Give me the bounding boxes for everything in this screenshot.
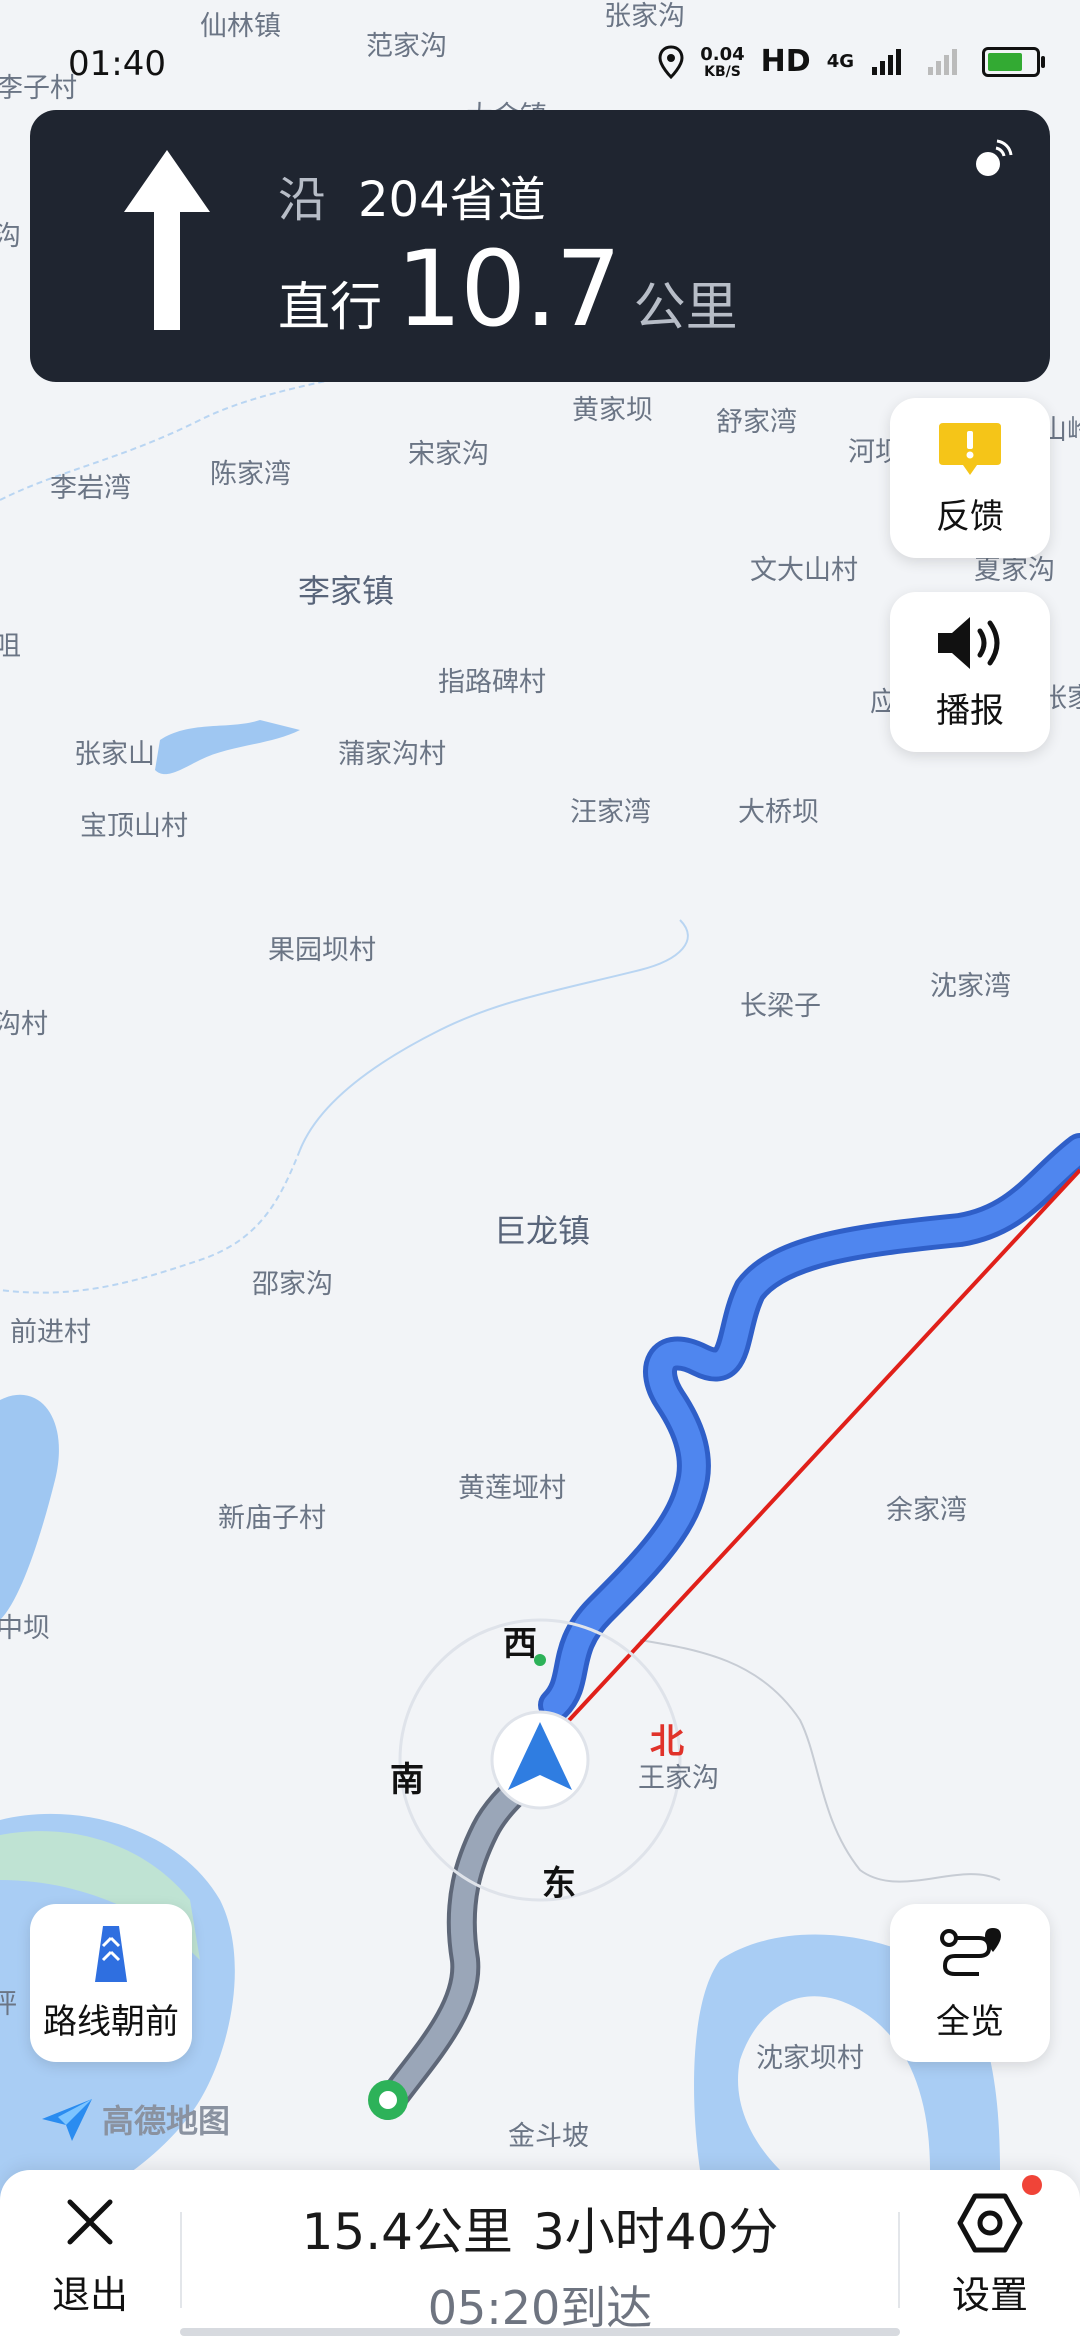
place-label: 沟 bbox=[0, 221, 21, 252]
feedback-button[interactable]: 反馈 bbox=[890, 398, 1050, 558]
place-label: 巨龙镇 bbox=[494, 1212, 591, 1250]
road-name: 204省道 bbox=[358, 172, 546, 228]
signal-icon bbox=[872, 48, 901, 75]
place-label: 果园坝村 bbox=[268, 935, 376, 966]
distance-unit: 公里 bbox=[633, 278, 738, 338]
place-label: 坪 bbox=[0, 1989, 17, 2020]
place-label: 陈家湾 bbox=[210, 459, 291, 490]
compass-west: 西 bbox=[503, 1624, 537, 1664]
exit-button[interactable]: 退出 bbox=[20, 2192, 160, 2319]
speaker-icon bbox=[938, 616, 1000, 669]
place-label: 余家湾 bbox=[886, 1495, 967, 1526]
trip-summary: 15.4公里 3小时40分 05:20到达 bbox=[180, 2192, 900, 2338]
compass-north: 北 bbox=[650, 1722, 684, 1762]
remaining-distance: 15.4公里 bbox=[301, 2203, 513, 2261]
place-label: 咀 bbox=[0, 631, 21, 662]
divider bbox=[898, 2212, 900, 2308]
place-label: 黄莲垭村 bbox=[458, 1473, 566, 1504]
signal-icon-2 bbox=[928, 48, 957, 75]
home-indicator[interactable] bbox=[180, 2328, 900, 2336]
broadcast-button[interactable]: 播报 bbox=[890, 592, 1050, 752]
broadcast-label: 播报 bbox=[936, 690, 1004, 731]
amap-logo: 高德地图 bbox=[40, 2095, 230, 2143]
place-label: 李岩湾 bbox=[50, 473, 131, 504]
bottom-bar: 退出 15.4公里 3小时40分 05:20到达 设置 bbox=[0, 2170, 1080, 2340]
network-speed: 0.04 KB/S bbox=[700, 43, 745, 80]
place-label: 舒家湾 bbox=[716, 407, 797, 438]
place-label: 中坝 bbox=[0, 1613, 50, 1644]
place-label: 沟村 bbox=[0, 1009, 48, 1040]
settings-button[interactable]: 设置 bbox=[920, 2192, 1060, 2319]
notification-dot bbox=[1022, 2175, 1042, 2195]
nav-instruction-banner: 沿 204省道 直行 10.7 公里 bbox=[30, 110, 1050, 382]
straight-arrow-icon bbox=[124, 150, 210, 330]
place-label: 新庙子村 bbox=[218, 1503, 326, 1534]
maneuver-distance: 10.7 bbox=[396, 228, 622, 350]
exit-label: 退出 bbox=[51, 2273, 128, 2317]
place-label: 长梁子 bbox=[740, 991, 821, 1022]
lake-zhangjiashan bbox=[155, 720, 300, 775]
place-label: 张家山 bbox=[74, 739, 155, 770]
hd-indicator: HD bbox=[760, 44, 811, 79]
compass-east: 东 bbox=[542, 1864, 576, 1904]
location-icon bbox=[658, 44, 684, 79]
place-label: 沈家湾 bbox=[930, 971, 1011, 1002]
place-label: 文大山村 bbox=[750, 555, 858, 586]
overview-label: 全览 bbox=[936, 2001, 1004, 2042]
place-label: 大桥坝 bbox=[738, 797, 819, 828]
amap-logo-icon bbox=[42, 2099, 92, 2141]
place-label: 蒲家沟村 bbox=[338, 739, 446, 770]
road-line: 沿 204省道 bbox=[278, 160, 546, 230]
compass-south: 南 bbox=[390, 1760, 424, 1800]
place-label: 汪家湾 bbox=[570, 797, 651, 828]
status-bar: 01:40 0.04 KB/S HD 4G bbox=[0, 0, 1080, 120]
logo-text: 高德地图 bbox=[102, 2102, 231, 2140]
place-label: 李家镇 bbox=[298, 572, 395, 610]
place-label: 宝顶山村 bbox=[80, 811, 188, 842]
route-forward-label: 路线朝前 bbox=[43, 2001, 179, 2042]
remaining-time: 3小时40分 bbox=[532, 2203, 779, 2261]
place-label: 金斗坡 bbox=[508, 2121, 589, 2152]
settings-icon bbox=[957, 2193, 1023, 2253]
route-forward-button[interactable]: 路线朝前 bbox=[30, 1904, 192, 2062]
place-label: 前进村 bbox=[10, 1317, 91, 1348]
settings-label: 设置 bbox=[951, 2273, 1028, 2317]
close-icon bbox=[67, 2199, 113, 2245]
route-forward-icon bbox=[95, 1925, 127, 1982]
place-label: 邵家沟 bbox=[252, 1269, 333, 1300]
place-label: 沈家坝村 bbox=[756, 2043, 864, 2074]
place-label: 黄家坝 bbox=[572, 395, 653, 426]
place-label: 指路碑村 bbox=[438, 667, 546, 698]
place-label: 宋家沟 bbox=[408, 439, 489, 470]
battery-icon bbox=[982, 46, 1045, 77]
feedback-label: 反馈 bbox=[936, 496, 1004, 537]
feedback-icon bbox=[939, 422, 1001, 475]
maneuver-action: 直行 bbox=[278, 278, 383, 338]
gps-signal-icon bbox=[976, 139, 1013, 176]
route-overview-icon bbox=[940, 1927, 1001, 1976]
signal-label: 4G bbox=[826, 51, 854, 72]
distance-line: 直行 10.7 公里 bbox=[278, 228, 738, 350]
clock: 01:40 bbox=[68, 44, 166, 84]
road-prefix: 沿 bbox=[278, 172, 327, 228]
overview-button[interactable]: 全览 bbox=[890, 1904, 1050, 2062]
river-left bbox=[0, 1394, 59, 1620]
